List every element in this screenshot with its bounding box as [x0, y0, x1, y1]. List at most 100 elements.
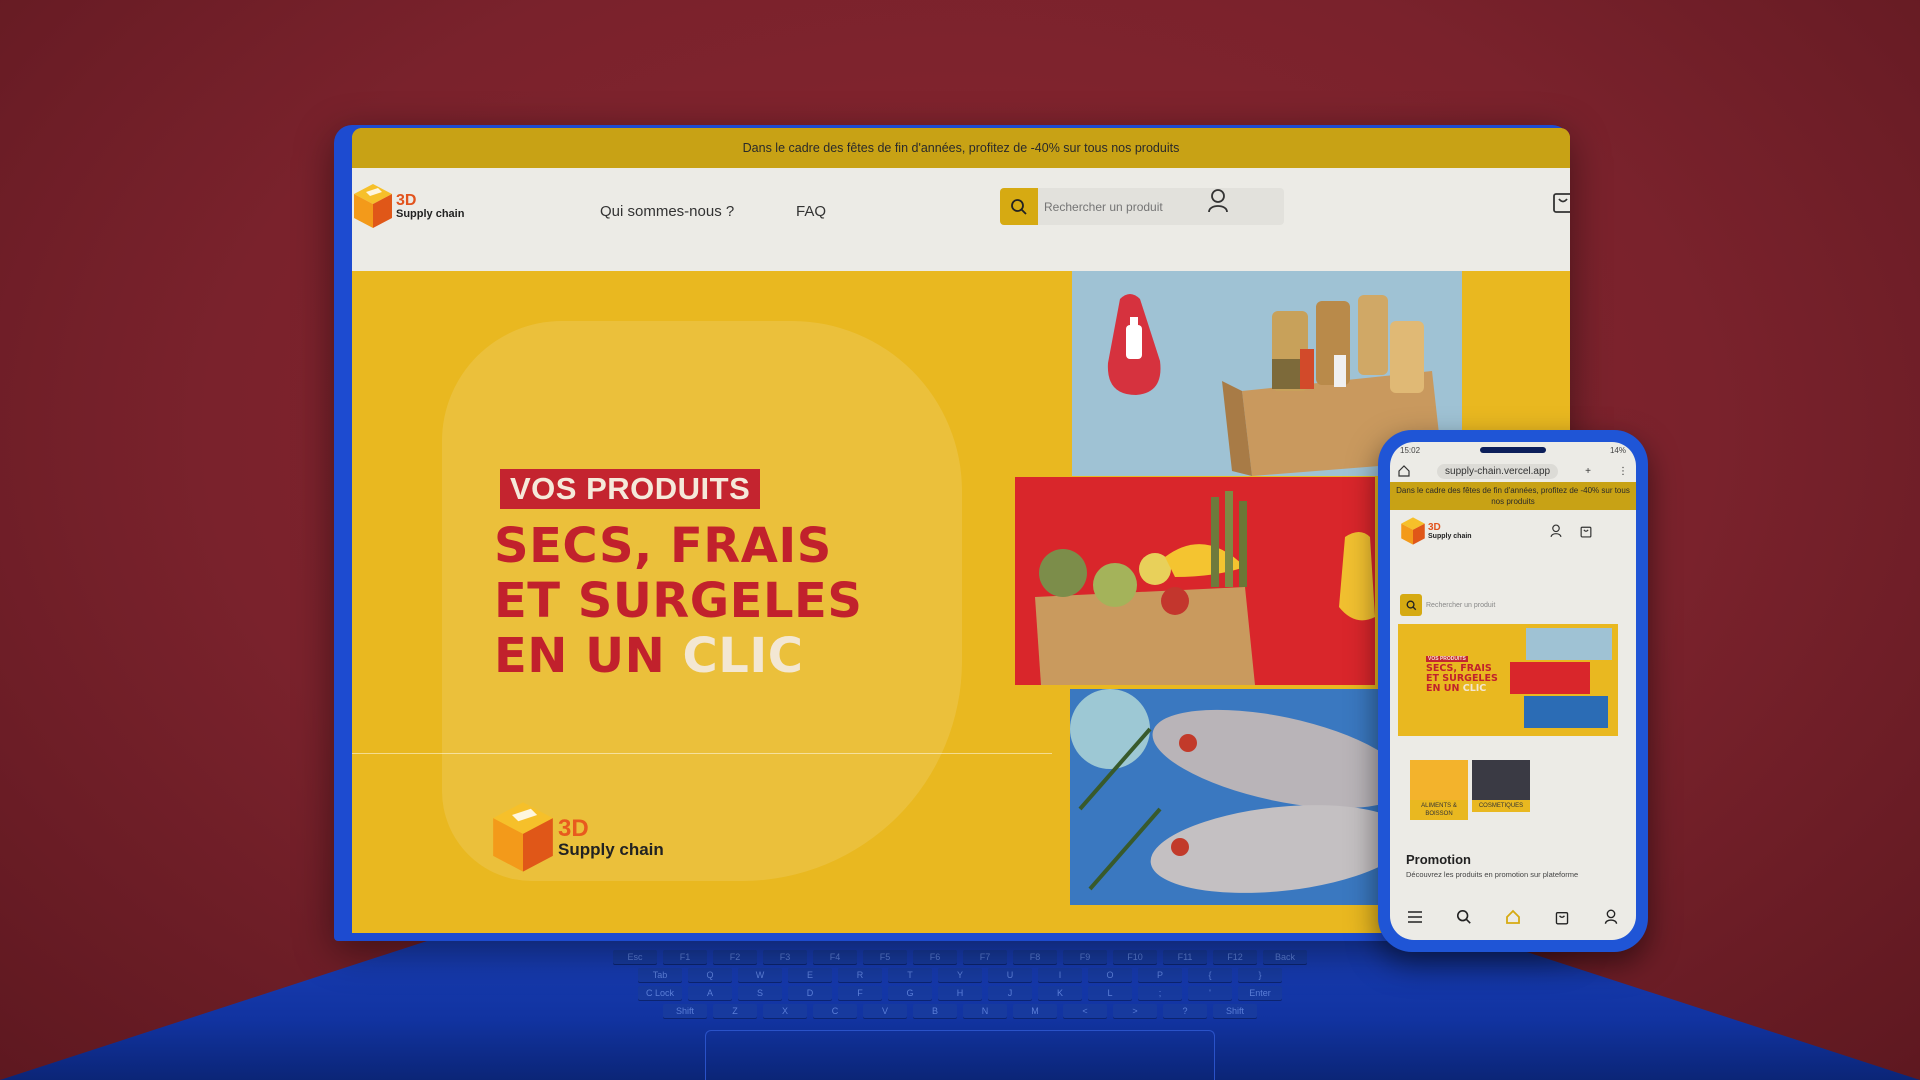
hero-title-line-3-start: EN UN — [494, 628, 683, 684]
keyboard-row-3: C Lock A S D F G H J K L; ' Enter — [638, 986, 1282, 1000]
keyboard-row-1: Esc F1 F2 F3 F4 F5 F6 F7 F8 F9 F10 F11 F12 Back — [613, 950, 1307, 964]
cube-logo-icon — [493, 802, 553, 872]
keyboard-key: I — [1038, 968, 1082, 982]
keyboard-key: } — [1238, 968, 1282, 982]
phone-hero-tag: VOS PRODUITS — [1426, 656, 1468, 662]
frozen-fish-photo — [1070, 689, 1400, 905]
status-time: 15:02 — [1400, 446, 1421, 455]
keyboard-key: F9 — [1063, 950, 1107, 964]
browser-bar: supply-chain.vercel.app + ⋮ — [1390, 460, 1636, 482]
category-cosmetics-label: COSMETIQUES — [1472, 800, 1530, 812]
bottle-icon — [1126, 325, 1142, 359]
keyboard-key: Shift — [1213, 1004, 1257, 1018]
keyboard-key: F1 — [663, 950, 707, 964]
cube-logo-icon — [1401, 517, 1425, 545]
phone-screen: 15:02 14% supply-chain.vercel.app + ⋮ Da… — [1390, 442, 1636, 940]
cube-logo-icon — [354, 184, 392, 228]
phone-search-bar[interactable]: Rechercher un produit — [1400, 594, 1590, 616]
user-icon[interactable] — [1603, 909, 1619, 925]
nav-link-about[interactable]: Qui sommes-nous ? — [600, 203, 734, 220]
category-cosmetics-image — [1472, 760, 1530, 800]
phone-tab-bar — [1390, 894, 1636, 940]
phone-site-logo[interactable]: 3D Supply chain — [1400, 516, 1472, 546]
search-icon — [1406, 600, 1416, 610]
nav-link-faq[interactable]: FAQ — [796, 203, 826, 220]
phone-promo-banner: Dans le cadre des fêtes de fin d'années,… — [1390, 482, 1636, 510]
category-food-label: ALIMENTS & BOISSON — [1410, 800, 1468, 820]
promotion-title: Promotion — [1406, 852, 1471, 867]
new-tab-icon[interactable]: + — [1585, 466, 1591, 477]
site-logo[interactable]: 3D Supply chain — [352, 182, 464, 230]
hero-logo: 3D Supply chain — [490, 799, 664, 875]
phone-search-button[interactable] — [1400, 594, 1422, 616]
user-icon[interactable] — [1550, 524, 1562, 538]
keyboard-key: Z — [713, 1004, 757, 1018]
keyboard-key: A — [688, 986, 732, 1000]
cart-icon[interactable] — [1580, 524, 1592, 538]
cart-button[interactable] — [1552, 188, 1570, 219]
keyboard-key: F7 — [963, 950, 1007, 964]
search-bar — [1000, 188, 1284, 225]
phone-hero-line-3: EN UN CLIC — [1426, 684, 1516, 694]
phone-hero-title: SECS, FRAIS ET SURGELES EN UN CLIC — [1426, 664, 1516, 694]
keyboard-key: H — [938, 986, 982, 1000]
phone-device: 15:02 14% supply-chain.vercel.app + ⋮ Da… — [1378, 430, 1648, 952]
keyboard-key: G — [888, 986, 932, 1000]
category-food-image — [1410, 760, 1468, 800]
keyboard-key: F2 — [713, 950, 757, 964]
keyboard-key: X — [763, 1004, 807, 1018]
keyboard-key: C Lock — [638, 986, 682, 1000]
cart-icon[interactable] — [1554, 909, 1570, 925]
keyboard-key: F6 — [913, 950, 957, 964]
keyboard-key: J — [988, 986, 1032, 1000]
category-food[interactable]: ALIMENTS & BOISSON — [1410, 760, 1468, 820]
phone-search-placeholder: Rechercher un produit — [1426, 601, 1496, 609]
keyboard-key: ' — [1188, 986, 1232, 1000]
home-icon[interactable] — [1505, 909, 1521, 925]
keyboard-key: W — [738, 968, 782, 982]
keyboard-key: F — [838, 986, 882, 1000]
keyboard-key: E — [788, 968, 832, 982]
phone-logo-brand: 3D — [1428, 521, 1441, 533]
hero-title-line-1: SECS, FRAIS — [494, 518, 832, 574]
user-icon — [1208, 189, 1228, 213]
keyboard-key: U — [988, 968, 1032, 982]
category-cosmetics[interactable]: COSMETIQUES — [1472, 760, 1530, 812]
keyboard-key: P — [1138, 968, 1182, 982]
keyboard-key: C — [813, 1004, 857, 1018]
phone-site-header: 3D Supply chain — [1390, 510, 1636, 552]
keyboard-key: F11 — [1163, 950, 1207, 964]
keyboard-key: ? — [1163, 1004, 1207, 1018]
laptop-keyboard: Esc F1 F2 F3 F4 F5 F6 F7 F8 F9 F10 F11 F12 Back Tab Q W… — [300, 950, 1620, 1020]
phone-hero-banner[interactable]: VOS PRODUITS SECS, FRAIS ET SURGELES EN … — [1398, 624, 1618, 736]
home-icon[interactable] — [1398, 465, 1410, 477]
menu-icon[interactable] — [1407, 910, 1423, 924]
keyboard-key: B — [913, 1004, 957, 1018]
laptop-touchpad — [705, 1030, 1215, 1080]
keyboard-key: O — [1088, 968, 1132, 982]
more-options-icon[interactable]: ⋮ — [1618, 466, 1628, 477]
phone-logo-name: Supply chain — [1428, 532, 1472, 540]
phone-pantry-photo — [1526, 628, 1612, 660]
phone-notch — [1480, 447, 1546, 453]
status-battery: 14% — [1609, 446, 1626, 455]
phone-produce-photo — [1510, 662, 1590, 694]
hero-divider — [352, 753, 1052, 754]
keyboard-key: S — [738, 986, 782, 1000]
search-button[interactable] — [1000, 188, 1038, 225]
url-field[interactable]: supply-chain.vercel.app — [1437, 463, 1559, 479]
search-icon — [1011, 198, 1027, 215]
keyboard-row-2: Tab Q W E R T Y U I O P {} — [638, 968, 1282, 982]
search-input[interactable] — [1038, 199, 1268, 214]
hero-logo-brand: 3D — [558, 814, 589, 842]
keyboard-key: F4 — [813, 950, 857, 964]
site-header: 3D Supply chain Qui sommes-nous ? FAQ — [352, 168, 1570, 271]
account-button[interactable] — [1207, 188, 1229, 219]
promo-banner-text: Dans le cadre des fêtes de fin d'années,… — [742, 141, 1180, 155]
keyboard-key: F3 — [763, 950, 807, 964]
promotion-subtitle: Découvrez les produits en promotion sur … — [1406, 870, 1579, 879]
keyboard-key: Q — [688, 968, 732, 982]
keyboard-key: R — [838, 968, 882, 982]
search-icon[interactable] — [1456, 909, 1472, 925]
logo-brand: 3D — [396, 191, 417, 209]
